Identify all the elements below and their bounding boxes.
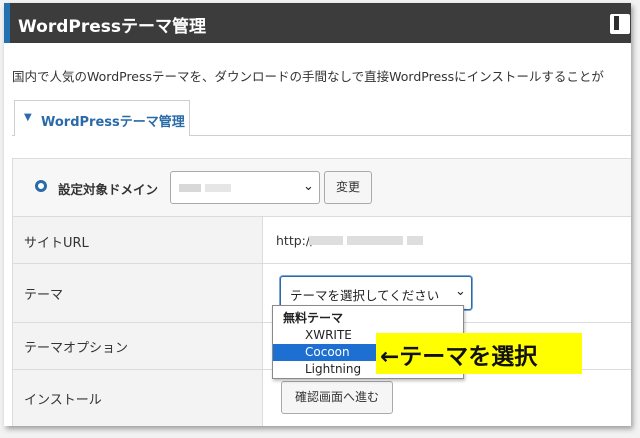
theme-option-label: テーマオプション	[24, 341, 129, 356]
domain-row: 設定対象ドメイン ⌄ 変更	[13, 159, 631, 217]
site-url-label: サイトURL	[24, 236, 89, 251]
annotation-callout: ←テーマを選択	[376, 333, 582, 374]
chevron-down-icon: ▼	[24, 112, 32, 123]
title-bar: WordPressテーマ管理	[4, 3, 631, 43]
callout-text: ←テーマを選択	[380, 344, 538, 370]
title-accent	[4, 3, 10, 43]
intro-text: 国内で人気のWordPressテーマを、ダウンロードの手間なしで直接WordPr…	[12, 69, 604, 84]
change-button[interactable]: 変更	[324, 171, 372, 204]
page-title: WordPressテーマ管理	[18, 17, 206, 37]
tab-wordpress-theme-management[interactable]: ▼ WordPressテーマ管理	[14, 100, 190, 136]
install-label: インストール	[24, 393, 102, 408]
redacted-text	[407, 236, 423, 245]
chevron-down-icon: ⌄	[455, 284, 466, 299]
proceed-to-confirm-button[interactable]: 確認画面へ進む	[281, 381, 393, 414]
theme-label: テーマ	[24, 288, 64, 303]
dropdown-group-label: 無料テーマ	[283, 311, 344, 325]
redacted-text	[179, 184, 201, 192]
theme-select-value: テーマを選択してください	[290, 288, 440, 303]
redacted-text	[205, 184, 231, 192]
settings-table: 設定対象ドメイン ⌄ 変更 サイトURL http:// テーマ テーマを選択し…	[12, 158, 631, 426]
tab-label: WordPressテーマ管理	[41, 115, 185, 130]
chevron-down-icon: ⌄	[303, 179, 314, 194]
domain-label: 設定対象ドメイン	[58, 182, 159, 197]
domain-select[interactable]: ⌄	[170, 171, 320, 204]
redacted-text	[309, 236, 343, 245]
domain-radio[interactable]	[35, 180, 47, 192]
redacted-text	[347, 236, 403, 245]
book-icon[interactable]	[610, 14, 630, 34]
